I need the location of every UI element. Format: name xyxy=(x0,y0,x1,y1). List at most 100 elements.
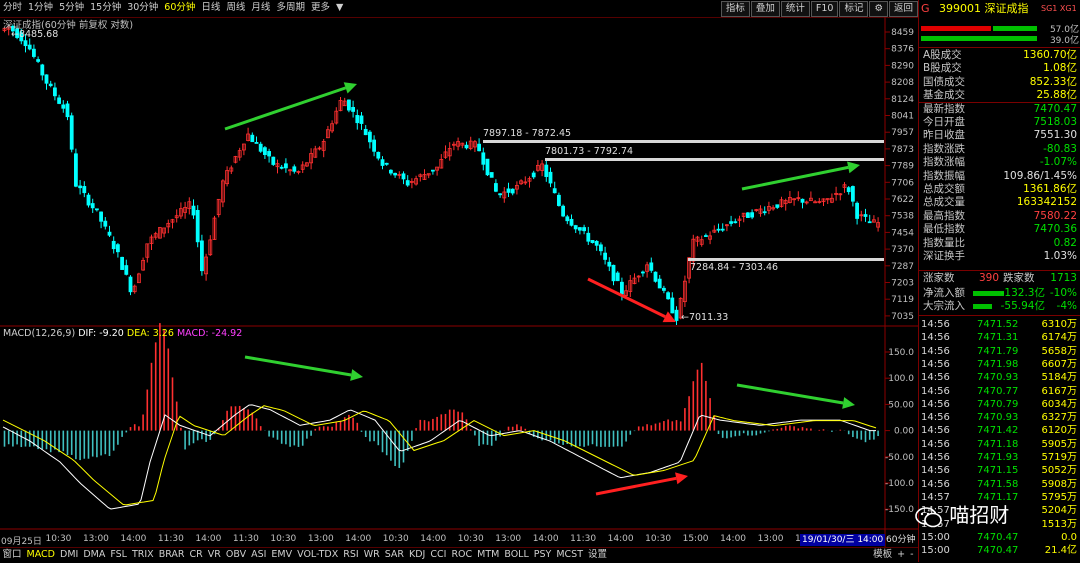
candle-body xyxy=(103,220,108,227)
indicator-tab[interactable]: CR xyxy=(187,548,205,562)
tab-30min[interactable]: 30分钟 xyxy=(124,0,161,16)
tab-multi-period[interactable]: 多周期 xyxy=(273,0,308,16)
stat-row: A股成交 1360.70亿 xyxy=(923,49,1077,62)
candle-body xyxy=(620,281,624,295)
tick-row: 14:56 7471.52 6310万 xyxy=(921,319,1077,330)
stat-value: 25.88亿 xyxy=(1036,89,1077,102)
indicator-tab[interactable]: SAR xyxy=(382,548,406,562)
updown-row: 涨家数 390 跌家数 1713 xyxy=(923,272,1077,284)
stat-value: 852.33亿 xyxy=(1029,75,1077,88)
statistics-button[interactable]: 统计 xyxy=(780,1,810,17)
x-tick-label: 10:30 xyxy=(45,534,72,544)
stat-row: 最新指数 7470.47 xyxy=(923,103,1077,116)
candle-body xyxy=(250,134,255,143)
candle-body xyxy=(23,40,28,47)
candle-body xyxy=(586,232,591,242)
template-button[interactable]: 模板 xyxy=(871,548,895,562)
indicator-tab[interactable]: PSY xyxy=(531,548,554,562)
tick-row: 14:56 7470.93 6327万 xyxy=(921,412,1077,424)
indicator-tab[interactable]: TRIX xyxy=(129,548,156,562)
cursor-time: 19/01/30/三 14:00 xyxy=(800,534,886,546)
indicator-tab[interactable]: CCI xyxy=(428,548,449,562)
candle-body xyxy=(464,144,469,149)
indicator-tab[interactable]: BRAR xyxy=(156,548,187,562)
tab-more[interactable]: 更多 xyxy=(308,0,333,16)
stat-label: 最新指数 xyxy=(923,102,965,115)
stat-row: 指数涨幅 -1.07% xyxy=(923,156,1077,169)
remove-button[interactable]: - xyxy=(908,548,916,562)
add-button[interactable]: + xyxy=(895,548,908,562)
macd-dea: DEA: 3.26 xyxy=(126,328,174,339)
chevron-down-icon[interactable]: ▼ xyxy=(333,0,346,16)
candle-body xyxy=(90,203,95,209)
tab-1min[interactable]: 1分钟 xyxy=(25,0,56,16)
quote-panel: G 399001 深证成指 SG1 XG1 57.0亿 39.0亿 A股成交 13… xyxy=(918,0,1080,562)
tab-15min[interactable]: 15分钟 xyxy=(87,0,124,16)
indicator-tab[interactable]: MACD xyxy=(24,548,57,562)
indicator-tab[interactable]: 窗口 xyxy=(0,548,24,562)
indicator-tab[interactable]: BOLL xyxy=(502,548,531,562)
mark-button[interactable]: 标记 xyxy=(839,1,869,17)
back-button[interactable]: 返回 xyxy=(888,1,918,17)
candle-body xyxy=(611,264,616,282)
candle-body xyxy=(69,115,74,150)
x-axis: 09月25日 10:30 13:00 14:00 11:30 14:00 11:30 10:3… xyxy=(0,534,918,547)
indicator-tab[interactable]: 设置 xyxy=(586,548,610,562)
indicator-tab[interactable]: MTM xyxy=(475,548,502,562)
indicator-tab[interactable]: VOL-TDX xyxy=(295,548,341,562)
tab-monthly[interactable]: 月线 xyxy=(248,0,273,16)
dea-line xyxy=(2,405,877,506)
kline-chart[interactable]: 8459 8376 8290 8208 8124 8041 7957 7873 7789 7706… xyxy=(0,17,918,547)
indicator-tab[interactable]: FSL xyxy=(108,548,130,562)
candle-body xyxy=(649,262,654,271)
indicator-tab[interactable]: ROC xyxy=(449,548,475,562)
candle-body xyxy=(40,64,45,76)
x-tick-label: 14:00 xyxy=(607,534,634,544)
candle-body xyxy=(565,216,570,222)
candle-body xyxy=(355,115,360,124)
tick-row: 14:56 7470.93 5184万 xyxy=(921,372,1077,384)
settings-icon[interactable]: ⚙ xyxy=(869,1,888,17)
tab-5min[interactable]: 5分钟 xyxy=(56,0,87,16)
indicator-tab[interactable]: OBV xyxy=(223,548,248,562)
y-tick-label: 7119 xyxy=(891,295,914,305)
flow-row: 净流入额 -132.3亿 -10% xyxy=(923,287,1077,299)
y-tick-label: 7538 xyxy=(891,212,914,222)
overlay-button[interactable]: 叠加 xyxy=(750,1,780,17)
x-tick-label: 10:30 xyxy=(382,534,409,544)
stat-label: 总成交量 xyxy=(923,196,965,209)
candle-body xyxy=(657,278,662,289)
candle-body xyxy=(124,265,129,275)
indicator-tab[interactable]: DMI xyxy=(58,548,81,562)
candle-body xyxy=(489,172,494,178)
x-tick-label: 14:00 xyxy=(195,534,222,544)
candle-body xyxy=(393,172,398,176)
up-count: 390 xyxy=(979,272,1000,284)
tab-60min[interactable]: 60分钟 xyxy=(161,0,198,16)
indicator-tab[interactable]: WR xyxy=(361,548,382,562)
x-tick-label: 11:30 xyxy=(157,534,184,544)
tab-weekly[interactable]: 周线 xyxy=(223,0,248,16)
stat-value: 1360.70亿 xyxy=(1023,49,1077,61)
f10-button[interactable]: F10 xyxy=(810,1,839,17)
x-tick-label: 14:00 xyxy=(720,534,747,544)
indicator-button[interactable]: 指标 xyxy=(720,1,750,17)
indicator-tab[interactable]: EMV xyxy=(269,548,295,562)
flow-bar xyxy=(973,304,992,310)
candle-body xyxy=(53,87,57,97)
stat-value: 109.86/1.45% xyxy=(1003,169,1077,182)
indicator-tab[interactable]: MCST xyxy=(554,548,586,562)
indicator-tab[interactable]: VR xyxy=(205,548,223,562)
stat-value: -1.07% xyxy=(1039,156,1077,169)
candle-body xyxy=(578,227,582,231)
candle-body xyxy=(762,211,767,214)
tab-daily[interactable]: 日线 xyxy=(198,0,223,16)
x-tick-label: 14:00 xyxy=(120,534,147,544)
candle-body xyxy=(351,107,356,112)
tab-fenshi[interactable]: 分时 xyxy=(0,0,25,16)
indicator-tab[interactable]: RSI xyxy=(341,548,361,562)
indicator-tab[interactable]: KDJ xyxy=(407,548,428,562)
indicator-tab[interactable]: DMA xyxy=(81,548,108,562)
candle-body xyxy=(82,186,87,194)
indicator-tab[interactable]: ASI xyxy=(249,548,269,562)
